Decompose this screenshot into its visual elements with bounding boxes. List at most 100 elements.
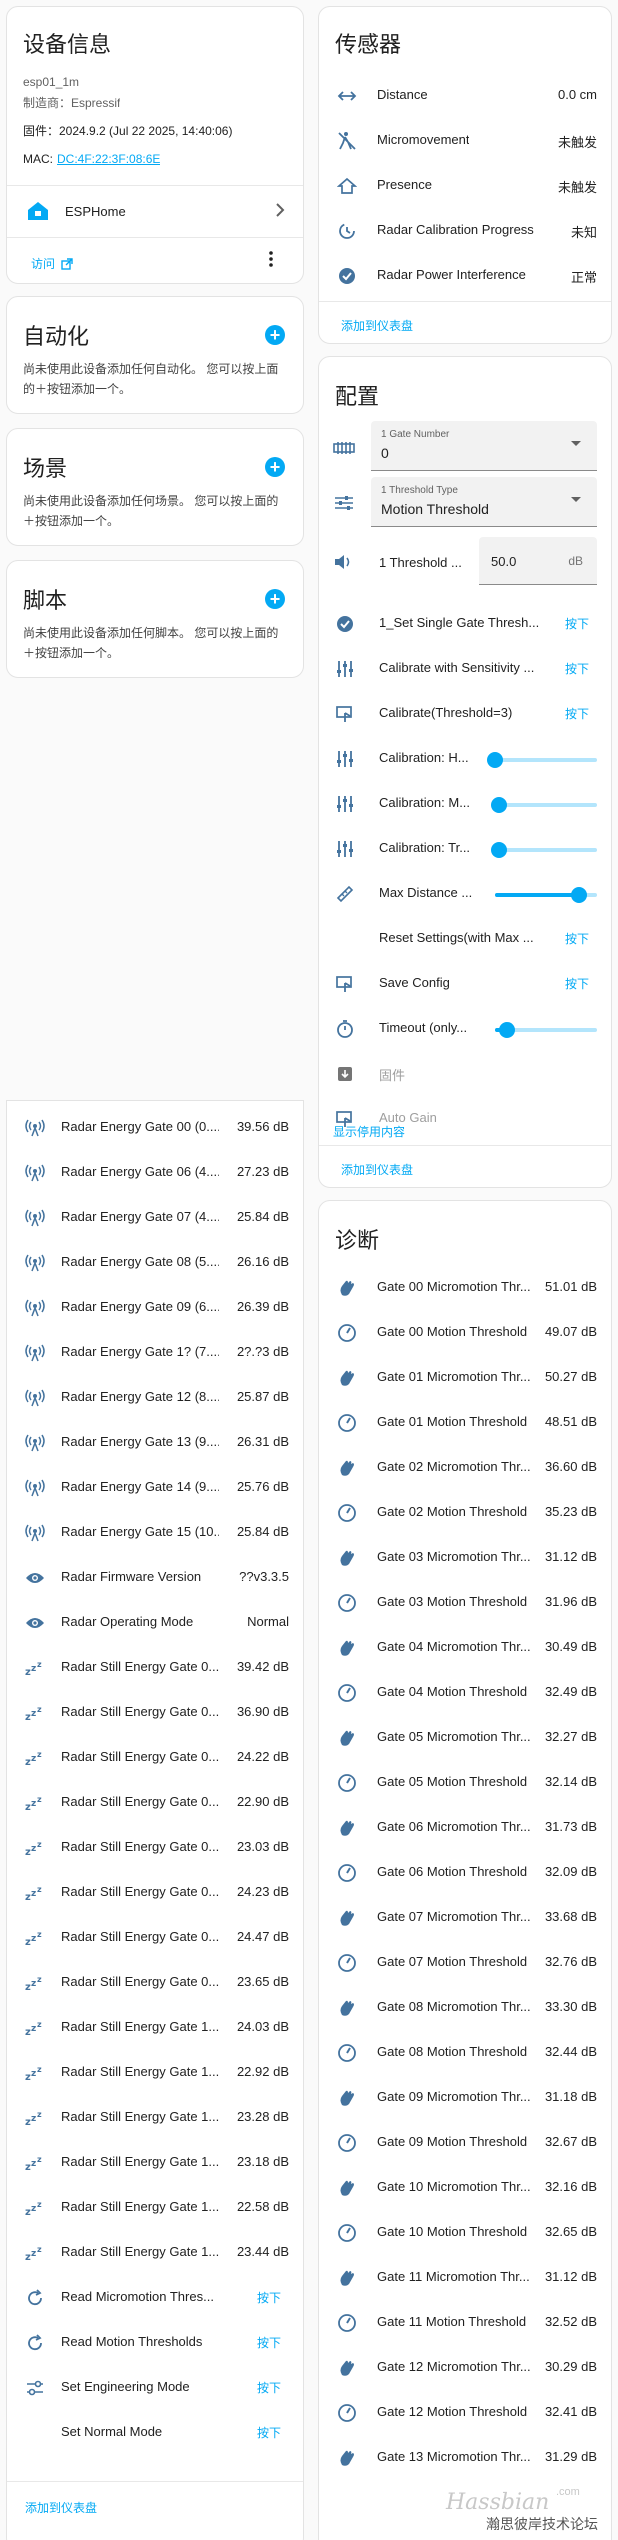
press-button[interactable]: 按下 bbox=[565, 705, 589, 722]
entity-row[interactable]: z z z Radar Still Energy Gate 1... 23.18 dB bbox=[7, 2140, 303, 2185]
press-button[interactable]: 按下 bbox=[565, 660, 589, 677]
threshold-number-input[interactable]: 50.0 dB bbox=[479, 537, 597, 585]
diagnostic-row[interactable]: Gate 08 Micromotion Thr... 33.30 dB bbox=[319, 1985, 611, 2030]
slider-knob[interactable] bbox=[491, 797, 508, 813]
more-vert-icon[interactable] bbox=[269, 251, 273, 267]
press-button[interactable]: 按下 bbox=[565, 615, 589, 632]
config-add-to-dashboard-link[interactable]: 添加到仪表盘 bbox=[341, 1161, 413, 1178]
entity-row[interactable]: Radar Energy Gate 09 (6.... 26.39 dB bbox=[7, 1285, 303, 1330]
entity-row[interactable]: z z z Radar Still Energy Gate 1... 22.58 dB bbox=[7, 2185, 303, 2230]
diagnostic-row[interactable]: Gate 11 Micromotion Thr... 31.12 dB bbox=[319, 2255, 611, 2300]
show-disabled-link[interactable]: 显示停用内容 bbox=[333, 1123, 405, 1140]
diagnostic-row[interactable]: Gate 00 Micromotion Thr... 51.01 dB bbox=[319, 1265, 611, 1310]
diagnostic-row[interactable]: Gate 09 Micromotion Thr... 31.18 dB bbox=[319, 2075, 611, 2120]
sensors-add-to-dashboard-link[interactable]: 添加到仪表盘 bbox=[341, 317, 413, 334]
diagnostic-row[interactable]: Gate 10 Micromotion Thr... 32.16 dB bbox=[319, 2165, 611, 2210]
sensor-row[interactable]: Radar Power Interference 正常 bbox=[319, 253, 611, 298]
config-row-slider[interactable]: Max Distance ... bbox=[319, 871, 611, 916]
config-row-slider[interactable]: Calibration: H... bbox=[319, 736, 611, 781]
entity-button-row[interactable]: Set Engineering Mode 按下 bbox=[7, 2365, 303, 2410]
entity-row[interactable]: z z z Radar Still Energy Gate 1... 23.28 dB bbox=[7, 2095, 303, 2140]
diagnostic-row[interactable]: Gate 07 Micromotion Thr... 33.68 dB bbox=[319, 1895, 611, 1940]
config-slider[interactable] bbox=[491, 797, 597, 813]
diagnostic-row[interactable]: Gate 12 Motion Threshold 32.41 dB bbox=[319, 2390, 611, 2435]
diagnostic-row[interactable]: Gate 06 Motion Threshold 32.09 dB bbox=[319, 1850, 611, 1895]
entity-row[interactable]: z z z Radar Still Energy Gate 1... 23.44 dB bbox=[7, 2230, 303, 2275]
diagnostic-row[interactable]: Gate 00 Motion Threshold 49.07 dB bbox=[319, 1310, 611, 1355]
threshold-type-select[interactable]: 1 Threshold Type Motion Threshold bbox=[371, 477, 597, 527]
entity-button-row[interactable]: Set Normal Mode 按下 bbox=[7, 2410, 303, 2455]
press-button[interactable]: 按下 bbox=[565, 975, 589, 992]
config-slider[interactable] bbox=[487, 752, 597, 768]
entity-row[interactable]: z z z Radar Still Energy Gate 0... 24.22 dB bbox=[7, 1735, 303, 1780]
slider-knob[interactable] bbox=[487, 752, 503, 768]
config-row-button[interactable]: Save Config 按下 bbox=[319, 961, 611, 1006]
entity-button-row[interactable]: Read Motion Thresholds 按下 bbox=[7, 2320, 303, 2365]
config-row-button[interactable]: Reset Settings(with Max ... 按下 bbox=[319, 916, 611, 961]
diagnostic-row[interactable]: Gate 02 Micromotion Thr... 36.60 dB bbox=[319, 1445, 611, 1490]
entity-row[interactable]: z z z Radar Still Energy Gate 0... 39.42 dB bbox=[7, 1645, 303, 1690]
device-mac-link[interactable]: DC:4F:22:3F:08:6E bbox=[57, 152, 160, 166]
entity-row[interactable]: Radar Energy Gate 06 (4.... 27.23 dB bbox=[7, 1150, 303, 1195]
press-button[interactable]: 按下 bbox=[257, 2289, 281, 2306]
slider-knob[interactable] bbox=[491, 842, 508, 858]
entity-row[interactable]: Radar Energy Gate 1? (7.... 2?.?3 dB bbox=[7, 1330, 303, 1375]
diagnostic-row[interactable]: Gate 04 Motion Threshold 32.49 dB bbox=[319, 1670, 611, 1715]
integration-row[interactable]: ESPHome bbox=[7, 187, 303, 235]
sensor-row[interactable]: Distance 0.0 cm bbox=[319, 73, 611, 118]
add-automation-button[interactable]: + bbox=[265, 325, 285, 345]
gate-number-select[interactable]: 1 Gate Number 0 bbox=[371, 421, 597, 471]
config-row-slider[interactable]: Calibration: M... bbox=[319, 781, 611, 826]
visit-link[interactable]: 访问 bbox=[31, 255, 73, 272]
diagnostic-row[interactable]: Gate 05 Motion Threshold 32.14 dB bbox=[319, 1760, 611, 1805]
diagnostic-row[interactable]: Gate 07 Motion Threshold 32.76 dB bbox=[319, 1940, 611, 1985]
entity-row[interactable]: Radar Energy Gate 08 (5.... 26.16 dB bbox=[7, 1240, 303, 1285]
diagnostic-row[interactable]: Gate 06 Micromotion Thr... 31.73 dB bbox=[319, 1805, 611, 1850]
diagnostic-row[interactable]: Gate 05 Micromotion Thr... 32.27 dB bbox=[319, 1715, 611, 1760]
config-slider[interactable] bbox=[495, 887, 597, 903]
entity-row[interactable]: Radar Energy Gate 07 (4.... 25.84 dB bbox=[7, 1195, 303, 1240]
sensor-row[interactable]: Micromovement 未触发 bbox=[319, 118, 611, 163]
entity-row[interactable]: z z z Radar Still Energy Gate 0... 22.90 dB bbox=[7, 1780, 303, 1825]
diagnostic-row[interactable]: Gate 03 Motion Threshold 31.96 dB bbox=[319, 1580, 611, 1625]
entity-row[interactable]: Radar Energy Gate 14 (9.... 25.76 dB bbox=[7, 1465, 303, 1510]
entity-button-row[interactable]: Read Micromotion Thres... 按下 bbox=[7, 2275, 303, 2320]
diagnostic-row[interactable]: Gate 02 Motion Threshold 35.23 dB bbox=[319, 1490, 611, 1535]
entity-row[interactable]: z z z Radar Still Energy Gate 0... 23.03 dB bbox=[7, 1825, 303, 1870]
entity-row[interactable]: Radar Operating Mode Normal bbox=[7, 1600, 303, 1645]
entity-row[interactable]: z z z Radar Still Energy Gate 0... 24.47 dB bbox=[7, 1915, 303, 1960]
press-button[interactable]: 按下 bbox=[565, 930, 589, 947]
slider-knob[interactable] bbox=[570, 887, 587, 903]
sensor-row[interactable]: Presence 未触发 bbox=[319, 163, 611, 208]
config-slider[interactable] bbox=[495, 1022, 597, 1038]
diagnostic-row[interactable]: Gate 11 Motion Threshold 32.52 dB bbox=[319, 2300, 611, 2345]
diagnostic-row[interactable]: Gate 03 Micromotion Thr... 31.12 dB bbox=[319, 1535, 611, 1580]
diagnostic-row[interactable]: Gate 08 Motion Threshold 32.44 dB bbox=[319, 2030, 611, 2075]
slider-knob[interactable] bbox=[499, 1022, 516, 1038]
press-button[interactable]: 按下 bbox=[257, 2379, 281, 2396]
config-row-slider[interactable]: Timeout (only... bbox=[319, 1006, 611, 1051]
diagnostic-row[interactable]: Gate 01 Motion Threshold 48.51 dB bbox=[319, 1400, 611, 1445]
entity-row[interactable]: z z z Radar Still Energy Gate 0... 23.65 dB bbox=[7, 1960, 303, 2005]
press-button[interactable]: 按下 bbox=[257, 2334, 281, 2351]
add-scene-button[interactable]: + bbox=[265, 457, 285, 477]
press-button[interactable]: 按下 bbox=[257, 2424, 281, 2441]
diagnostic-row[interactable]: Gate 10 Motion Threshold 32.65 dB bbox=[319, 2210, 611, 2255]
entity-row[interactable]: Radar Energy Gate 12 (8.... 25.87 dB bbox=[7, 1375, 303, 1420]
diagnostic-row[interactable]: Gate 09 Motion Threshold 32.67 dB bbox=[319, 2120, 611, 2165]
add-script-button[interactable]: + bbox=[265, 589, 285, 609]
config-row-button[interactable]: Calibrate with Sensitivity ... 按下 bbox=[319, 646, 611, 691]
entity-row[interactable]: z z z Radar Still Energy Gate 1... 22.92 dB bbox=[7, 2050, 303, 2095]
entity-row[interactable]: Radar Energy Gate 13 (9.... 26.31 dB bbox=[7, 1420, 303, 1465]
entity-row[interactable]: Radar Energy Gate 00 (0.... 39.56 dB bbox=[7, 1105, 303, 1150]
entity-row[interactable]: z z z Radar Still Energy Gate 0... 36.90 dB bbox=[7, 1690, 303, 1735]
entity-row[interactable]: z z z Radar Still Energy Gate 0... 24.23 dB bbox=[7, 1870, 303, 1915]
diagnostic-row[interactable]: Gate 13 Micromotion Thr... 31.29 dB bbox=[319, 2435, 611, 2480]
entity-row[interactable]: Radar Firmware Version ??v3.3.5 bbox=[7, 1555, 303, 1600]
config-row-button[interactable]: 1_Set Single Gate Thresh... 按下 bbox=[319, 601, 611, 646]
diagnostic-row[interactable]: Gate 04 Micromotion Thr... 30.49 dB bbox=[319, 1625, 611, 1670]
entity-row[interactable]: z z z Radar Still Energy Gate 1... 24.03 dB bbox=[7, 2005, 303, 2050]
entity-row[interactable]: Radar Energy Gate 15 (10... 25.84 dB bbox=[7, 1510, 303, 1555]
sensor-row[interactable]: Radar Calibration Progress 未知 bbox=[319, 208, 611, 253]
diagnostic-row[interactable]: Gate 01 Micromotion Thr... 50.27 dB bbox=[319, 1355, 611, 1400]
